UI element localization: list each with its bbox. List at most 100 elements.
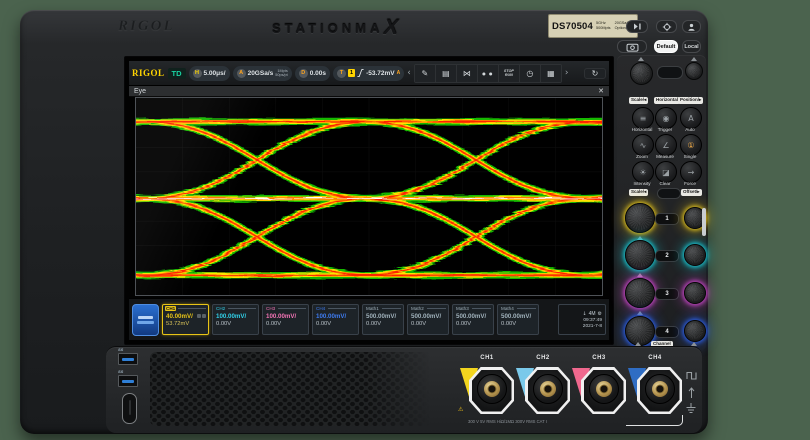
clear-button[interactable]: ◪	[655, 161, 677, 183]
single-button[interactable]: ①	[680, 134, 702, 156]
math-box-3[interactable]: Math3 500.00mV/ 0.00V	[452, 304, 494, 335]
grid-layout-icon[interactable]: ▦	[540, 65, 561, 82]
collapse-chevron-icon[interactable]: ‹	[407, 69, 411, 78]
mask-test-icon[interactable]: ⋈	[456, 65, 477, 82]
bnc-ch2[interactable]: CH2	[513, 355, 573, 419]
horizontal-button[interactable]: ≡	[632, 107, 654, 129]
ch4-offset-knob[interactable]	[684, 320, 706, 342]
delay-pill[interactable]: D 0.00s	[295, 66, 330, 81]
refresh-icon[interactable]: ↻	[584, 68, 606, 79]
bnc-ch3-label: CH3	[569, 355, 629, 361]
horizontal-scale-knob[interactable]	[630, 62, 653, 85]
ch3-enable-button[interactable]: 3	[655, 288, 679, 300]
memory-depth: 1Mpts 50ps/pt	[275, 69, 287, 78]
gear-icon	[662, 22, 672, 32]
screenshot-button[interactable]	[617, 40, 647, 53]
sample-rate-value: 20GSa/s	[248, 70, 274, 77]
clock-time: 09:37:49	[583, 318, 602, 323]
play-pause-button[interactable]	[626, 20, 648, 33]
clock-date: 2021-7-8	[583, 324, 602, 329]
ch4-highlight-bracket	[626, 415, 683, 426]
bnc-connector[interactable]	[533, 374, 563, 404]
memory-depth-indicator: 4M	[589, 311, 596, 317]
model-specs: 5GHz 20GSa/s 500Mpts Options	[596, 21, 629, 30]
channel-box-ch2[interactable]: CH2 100.00mV/ 0.00V	[212, 304, 259, 335]
system-info-box[interactable]: ↓ 4M ⚙ 09:37:49 2021-7-8	[558, 304, 606, 335]
trigger-button[interactable]: ◉	[655, 107, 677, 129]
default-button[interactable]: Default	[654, 40, 678, 53]
knob-marker	[637, 273, 643, 277]
trigger-pill[interactable]: T 1 -53.72mV A	[333, 66, 404, 81]
channel-box-ch4[interactable]: CH4 100.00mV/ 0.00V	[312, 304, 359, 335]
measure-button[interactable]: ∠	[655, 134, 677, 156]
ch2-tab: CH2	[215, 306, 226, 311]
h-badge-icon: H	[193, 69, 202, 78]
force-button[interactable]: →	[680, 161, 702, 183]
math-box-2[interactable]: Math2 500.00mV/ 0.00V	[407, 304, 449, 335]
arrow-up-icon	[688, 386, 695, 399]
strip-v-scale: Scale/◂	[629, 189, 648, 196]
eye-diagram-plot[interactable]	[135, 97, 603, 296]
ch2-offset-knob[interactable]	[684, 244, 706, 266]
ch2-scale-knob[interactable]	[625, 240, 655, 270]
warning-triangle-icon: ⚠	[458, 406, 463, 413]
usb-port-2[interactable]	[118, 375, 138, 387]
ch1-enable-button[interactable]: 1	[655, 213, 679, 225]
model-plate: DS70504 5GHz 20GSa/s 500Mpts Options	[548, 14, 638, 38]
bnc-connector[interactable]	[477, 374, 507, 404]
math-box-1[interactable]: Math1 500.00mV/ 0.00V	[362, 304, 404, 335]
status-bar: CH1 40.00mV/ 53.72mV CH2 100.00mV/ 0.00V…	[129, 298, 609, 340]
touch-settings-button[interactable]	[656, 20, 677, 33]
bnc-ch4[interactable]: CH4	[625, 355, 685, 419]
bnc-bezel	[469, 367, 514, 414]
usb-port-1[interactable]	[118, 353, 138, 365]
d-badge-icon: D	[299, 69, 308, 78]
trigger-mode: A	[397, 70, 401, 76]
bnc-connector[interactable]	[645, 374, 675, 404]
ch3-scale-knob[interactable]	[625, 278, 655, 308]
ch1-scale-knob[interactable]	[625, 203, 655, 233]
ch1-tab: CH1	[165, 306, 176, 311]
nav-display[interactable]	[657, 188, 681, 199]
bnc-connector[interactable]	[589, 374, 619, 404]
user-button[interactable]	[682, 20, 701, 33]
bnc-ch3[interactable]: CH3	[569, 355, 629, 419]
horizontal-menu-button[interactable]	[657, 66, 683, 79]
stop-run-button[interactable]: STOP RUN	[498, 65, 519, 82]
search-eyes-icon[interactable]: ● ●	[477, 65, 498, 82]
intensity-button[interactable]: ☀	[632, 161, 654, 183]
annotate-icon[interactable]: ✎	[415, 65, 435, 82]
auto-button[interactable]: A	[680, 107, 702, 129]
ground-icon	[685, 403, 697, 414]
local-button[interactable]: Local	[682, 40, 701, 53]
ch4-enable-button[interactable]: 4	[655, 326, 679, 338]
acquire-pill[interactable]: A 20GSa/s 1Mpts 50ps/pt	[233, 66, 292, 81]
bnc-bezel	[581, 367, 626, 414]
horizontal-scale-pill[interactable]: H 5.00μs/	[189, 66, 230, 81]
knob-marker	[638, 57, 644, 61]
ch3-offset-knob[interactable]	[684, 282, 706, 304]
ch2-enable-button[interactable]: 2	[655, 250, 679, 262]
input-rating-text: 300 V 5V RMS HiΩ/1MΩ 300V RMS CAT I	[468, 419, 547, 424]
channel-box-ch3[interactable]: CH3 100.00mV/ 0.00V	[262, 304, 309, 335]
bnc-ch1[interactable]: CH1	[457, 355, 517, 419]
side-port-strip	[702, 208, 706, 236]
math-box-4[interactable]: Math4 500.00mV/ 0.00V	[497, 304, 539, 335]
acquisition-mode-badge[interactable]: TD	[168, 68, 186, 79]
expand-chevron-icon[interactable]: ›	[565, 69, 569, 78]
horizontal-position-knob[interactable]	[685, 62, 703, 80]
power-button[interactable]	[122, 393, 137, 424]
h-scale-value: 5.00μs/	[204, 70, 226, 77]
square-wave-icon	[686, 371, 697, 380]
strip-h-scale: Scale/◂	[629, 97, 648, 104]
history-clock-icon[interactable]: ◷	[519, 65, 540, 82]
download-icon: ↓	[582, 311, 586, 317]
play-pause-icon	[632, 22, 642, 31]
channel-box-ch1[interactable]: CH1 40.00mV/ 53.72mV	[162, 304, 209, 335]
close-icon[interactable]: ✕	[598, 87, 604, 95]
strip-h-position: Position/▸	[678, 97, 703, 104]
results-list-icon[interactable]: ▤	[435, 65, 456, 82]
stationmax-logo: STATIONMA X	[272, 16, 398, 40]
zoom-button[interactable]: ∿	[632, 134, 654, 156]
knob-marker	[637, 311, 643, 315]
